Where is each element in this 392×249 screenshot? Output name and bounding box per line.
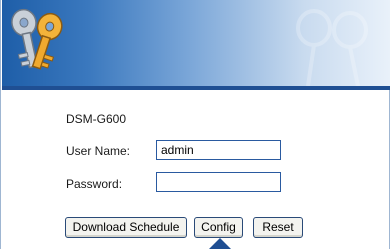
keys-watermark-icon	[296, 9, 368, 86]
password-field[interactable]	[156, 172, 281, 192]
keys-icon	[11, 8, 63, 70]
username-label: User Name:	[66, 144, 131, 158]
header-banner	[2, 0, 390, 86]
triangle-pointer-icon	[209, 238, 231, 249]
reset-button[interactable]: Reset	[253, 217, 303, 238]
login-panel: DSM-G600 User Name: Password: Download S…	[0, 0, 390, 249]
username-field[interactable]	[156, 140, 281, 160]
device-model-label: DSM-G600	[66, 112, 127, 126]
config-button[interactable]: Config	[194, 217, 243, 238]
banner-divider	[2, 86, 390, 90]
password-label: Password:	[66, 177, 123, 191]
download-schedule-button[interactable]: Download Schedule	[65, 217, 187, 238]
